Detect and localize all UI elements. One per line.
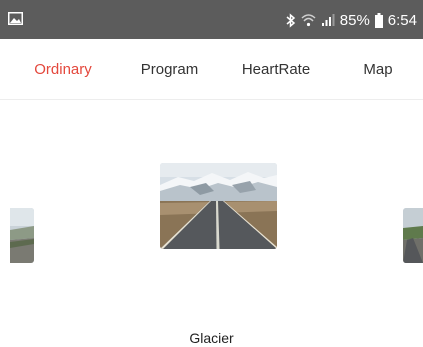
status-icons: 85% 6:54 xyxy=(286,10,417,30)
signal-icon xyxy=(321,14,335,26)
clock: 6:54 xyxy=(387,11,417,29)
scene-thumbnail-previous xyxy=(10,208,34,263)
scene-card-next[interactable] xyxy=(403,208,423,263)
wifi-icon xyxy=(301,14,316,27)
scene-card-previous[interactable] xyxy=(10,208,34,263)
bluetooth-icon xyxy=(286,12,295,28)
scene-card-selected[interactable] xyxy=(160,163,277,249)
scene-thumbnail-glacier xyxy=(160,163,277,249)
tab-heartrate[interactable]: HeartRate xyxy=(236,39,316,99)
scene-carousel[interactable] xyxy=(0,100,423,300)
tab-ordinary[interactable]: Ordinary xyxy=(18,39,108,99)
battery-percent: 85% xyxy=(339,11,370,29)
mode-tabs: Ordinary Program HeartRate Map xyxy=(0,39,423,100)
scene-name: Glacier xyxy=(189,330,234,346)
battery-icon xyxy=(374,12,383,28)
scene-thumbnail-next xyxy=(403,208,423,263)
image-icon xyxy=(8,12,23,25)
tab-program[interactable]: Program xyxy=(122,39,217,99)
tab-map[interactable]: Map xyxy=(343,39,413,99)
status-bar: 85% 6:54 xyxy=(0,0,423,39)
